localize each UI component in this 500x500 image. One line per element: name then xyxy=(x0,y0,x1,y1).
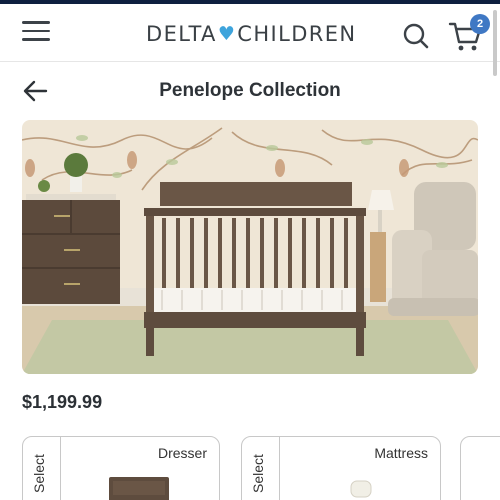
product-price: $1,199.99 xyxy=(22,392,103,412)
select-label: Select xyxy=(31,454,47,493)
page-scrollbar[interactable] xyxy=(493,10,497,76)
logo-heart-icon: ♥ xyxy=(217,23,237,45)
dresser-thumbnail xyxy=(109,477,169,500)
site-header: DELTA ♥ CHILDREN 2 xyxy=(0,4,500,62)
cart-count-badge[interactable]: 2 xyxy=(470,14,490,34)
select-strip[interactable]: Select xyxy=(23,437,61,500)
search-icon[interactable] xyxy=(402,22,430,50)
bundle-card-mattress[interactable]: Select Mattress xyxy=(241,436,441,500)
select-strip[interactable]: Select xyxy=(242,437,280,500)
select-label: Select xyxy=(250,454,266,493)
header-divider xyxy=(0,61,500,62)
logo-text-left: DELTA xyxy=(146,22,217,46)
card-title: Dresser xyxy=(157,445,207,461)
mattress-thumbnail xyxy=(350,480,372,498)
page-title: Penelope Collection xyxy=(159,80,341,101)
product-hero-image[interactable] xyxy=(22,120,478,374)
bundle-card-dresser[interactable]: Select Dresser xyxy=(22,436,220,500)
hamburger-menu-icon[interactable] xyxy=(22,21,50,45)
brand-logo[interactable]: DELTA ♥ CHILDREN xyxy=(146,20,357,48)
card-title: Mattress xyxy=(374,445,428,461)
bundle-card-partial[interactable] xyxy=(460,436,500,500)
logo-text-right: CHILDREN xyxy=(237,22,357,46)
